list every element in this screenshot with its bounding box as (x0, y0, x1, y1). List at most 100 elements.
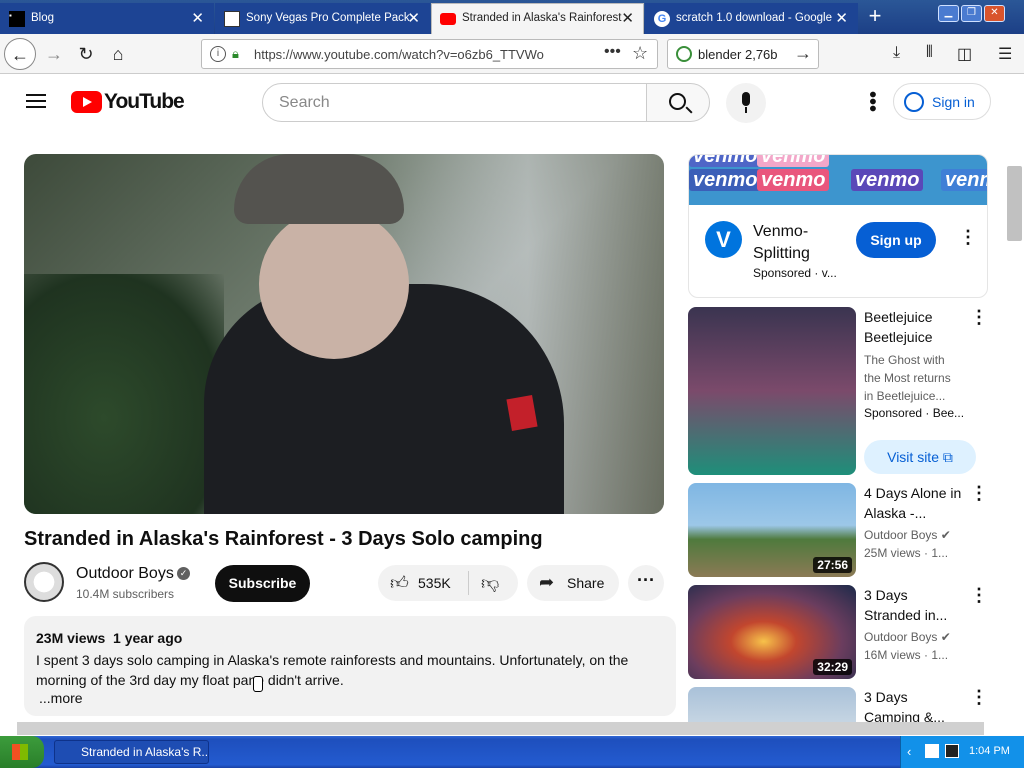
start-button[interactable] (0, 736, 44, 768)
menu-icon[interactable]: ☰ (998, 44, 1012, 64)
close-icon[interactable]: ✕ (835, 9, 848, 27)
info-icon[interactable]: i (210, 46, 226, 62)
more-actions-button[interactable]: ··· (628, 565, 664, 601)
ad-sign-up-button[interactable]: Sign up (856, 222, 936, 258)
venmo-ad-card[interactable]: venmo venmo venmo venmo venmo venmo V Ve… (688, 154, 988, 298)
rec-title[interactable]: Beetlejuice Beetlejuice (864, 307, 944, 347)
close-icon[interactable]: ✕ (191, 9, 204, 27)
new-tab-button[interactable]: + (860, 3, 890, 31)
rec-video-1[interactable]: 27:56 4 Days Alone in Alaska -... Outdoo… (688, 483, 988, 577)
rec-more-icon[interactable]: ⋮ (970, 307, 988, 328)
maximize-button[interactable]: ❐ (961, 5, 982, 22)
terminal-icon: ▪ (9, 11, 25, 27)
search-input[interactable]: Search (262, 83, 647, 122)
home-button[interactable]: ⌂ (102, 38, 134, 70)
horizontal-scrollbar[interactable] (17, 722, 984, 735)
system-tray: ‹ 1:04 PM (900, 736, 1024, 768)
search-button[interactable] (646, 83, 710, 122)
navigation-bar: ← → ↻ ⌂ i 🔒︎ https://www.youtube.com/wat… (0, 34, 1024, 74)
rec-channel[interactable]: Outdoor Boys ✔︎ (864, 630, 951, 644)
guide-menu-icon[interactable] (26, 94, 46, 108)
ad-more-icon[interactable]: ⋮ (959, 227, 977, 248)
minimize-button[interactable]: ▁ (938, 5, 959, 22)
rec-video-2[interactable]: 32:29 3 Days Stranded in... Outdoor Boys… (688, 585, 988, 679)
channel-avatar[interactable] (24, 562, 64, 602)
close-icon[interactable]: ✕ (407, 9, 420, 27)
rec-sponsored: Sponsored · Bee... (864, 406, 965, 420)
reload-button[interactable]: ↻ (70, 38, 102, 70)
channel-name[interactable]: Outdoor Boys (76, 565, 174, 583)
beetlejuice-thumbnail[interactable] (688, 307, 856, 475)
forward-button[interactable]: → (38, 38, 70, 70)
youtube-logo-icon[interactable] (71, 91, 102, 113)
rec-more-icon[interactable]: ⋮ (970, 585, 988, 606)
taskbar-item-browser[interactable]: Stranded in Alaska's R... (54, 740, 209, 764)
rec-title[interactable]: 4 Days Alone in Alaska -... (864, 483, 964, 523)
show-more-link[interactable]: ...more (39, 690, 83, 706)
tab-youtube-active[interactable]: Stranded in Alaska's Rainforest ✕ (431, 3, 644, 34)
tray-expand-icon[interactable]: ‹ (907, 744, 911, 759)
back-button[interactable]: ← (4, 38, 36, 70)
page-icon (224, 11, 240, 27)
tab-blog[interactable]: ▪ Blog ✕ (0, 3, 214, 34)
rec-title[interactable]: 3 Days Camping &... (864, 687, 964, 727)
rec-thumbnail[interactable]: 32:29 (688, 585, 856, 679)
venmo-banner: venmo venmo venmo venmo venmo venmo (689, 155, 987, 205)
tab-label: scratch 1.0 download - Google (676, 12, 832, 24)
close-window-button[interactable]: ✕ (984, 5, 1005, 22)
search-go-icon[interactable]: → (794, 43, 812, 64)
sidebar-icon[interactable]: ◫ (957, 44, 972, 64)
tab-sony-vegas[interactable]: Sony Vegas Pro Complete Pack ✕ (215, 3, 430, 34)
banner-word: venmo (689, 169, 762, 191)
rec-views: 25M views · 1... (864, 546, 949, 560)
upload-age: 1 year ago (113, 630, 183, 646)
browser-search-box[interactable]: blender 2,76b → (667, 39, 819, 69)
share-icon: ➦ (539, 572, 555, 592)
ad-title[interactable]: Venmo-Splitting (753, 221, 843, 265)
rec-thumbnail[interactable]: 27:56 (688, 483, 856, 577)
rec-channel-name: Outdoor Boys (864, 630, 938, 644)
tray-network-icon[interactable] (945, 744, 959, 758)
thumbs-down-icon[interactable]: 👎︎ (481, 572, 499, 594)
rec-more-icon[interactable]: ⋮ (970, 687, 988, 708)
tab-google[interactable]: G scratch 1.0 download - Google ✕ (645, 3, 858, 34)
rec-more-icon[interactable]: ⋮ (970, 483, 988, 504)
youtube-logo-text[interactable]: YouTube (104, 90, 185, 114)
venmo-logo-icon: V (705, 221, 742, 258)
page-actions-icon[interactable]: ••• (604, 43, 621, 61)
search-placeholder: Search (279, 94, 330, 111)
tray-app-icon[interactable] (925, 744, 939, 758)
bookmark-star-icon[interactable]: ☆ (632, 43, 648, 64)
duration-badge: 32:29 (813, 659, 852, 675)
tab-label: Sony Vegas Pro Complete Pack (246, 12, 410, 24)
video-frame-patch (506, 394, 538, 432)
close-icon[interactable]: ✕ (621, 9, 634, 27)
thumbs-up-icon[interactable]: 👍︎ (390, 572, 409, 594)
beetlejuice-ad[interactable]: Beetlejuice Beetlejuice The Ghost with t… (688, 307, 988, 477)
windows-logo-icon (12, 744, 28, 760)
url-bar[interactable]: i 🔒︎ https://www.youtube.com/watch?v=o6z… (201, 39, 658, 69)
rec-title[interactable]: 3 Days Stranded in... (864, 585, 964, 625)
youtube-icon (440, 13, 456, 25)
url-text[interactable]: https://www.youtube.com/watch?v=o6zb6_TT… (254, 47, 544, 62)
visit-site-button[interactable]: Visit site ⧉ (864, 440, 976, 474)
banner-word: venmo (689, 155, 762, 167)
downloads-icon[interactable]: ⤓ (893, 44, 900, 62)
library-icon[interactable]: ⫴ (926, 44, 933, 62)
share-button[interactable]: ➦ Share (527, 565, 619, 601)
video-frame-face (259, 209, 409, 359)
rec-channel[interactable]: Outdoor Boys ✔︎ (864, 528, 951, 542)
vertical-scrollbar-thumb[interactable] (1007, 166, 1022, 241)
banner-word: venmo (941, 169, 987, 191)
video-player[interactable] (24, 154, 664, 514)
sign-in-button[interactable]: Sign in (893, 83, 991, 120)
verified-check-icon: ✓ (177, 567, 190, 580)
settings-more-icon[interactable]: ••• (860, 91, 883, 112)
search-box-value[interactable]: blender 2,76b (698, 47, 778, 62)
video-frame-cap (234, 154, 404, 224)
microphone-icon[interactable] (726, 83, 766, 123)
description-box[interactable]: 23M views 1 year ago I spent 3 days solo… (24, 616, 676, 716)
like-count[interactable]: 535K (418, 575, 451, 591)
clock[interactable]: 1:04 PM (969, 745, 1010, 757)
subscribe-button[interactable]: Subscribe (215, 565, 310, 602)
